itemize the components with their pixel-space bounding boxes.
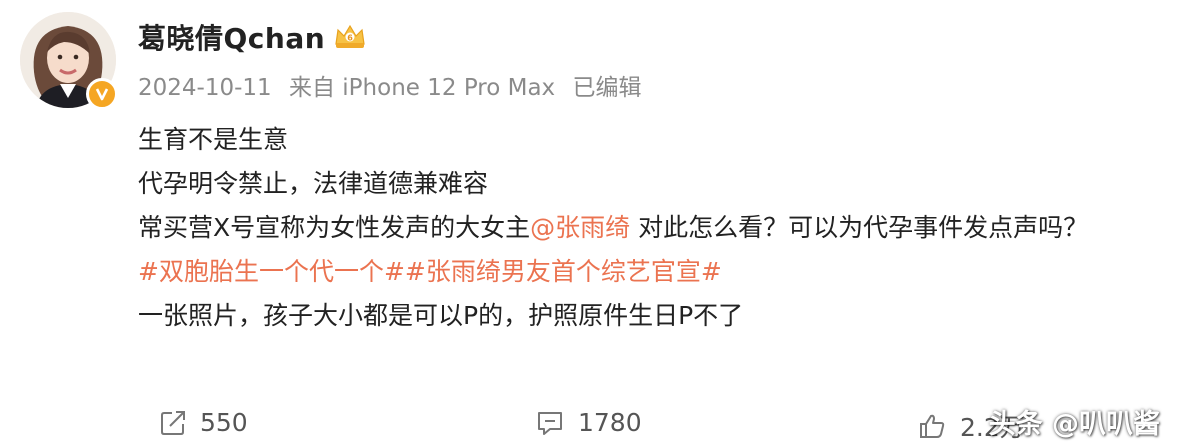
content-text: 常买营X号宣称为女性发声的大女主 (138, 213, 531, 242)
post-meta: 2024-10-11 来自 iPhone 12 Pro Max 已编辑 (138, 68, 641, 102)
avatar[interactable] (20, 12, 118, 110)
post-edited-flag[interactable]: 已编辑 (572, 75, 641, 101)
weibo-post-card: 葛晓倩Qchan 6 2024-10-11 来自 iPhone 12 Pro M… (0, 0, 1180, 446)
post-content: 生育不是生意 代孕明令禁止，法律道德兼难容 常买营X号宣称为女性发声的大女主@张… (138, 118, 1148, 338)
svg-text:6: 6 (347, 34, 353, 43)
mention-link[interactable]: @张雨绮 (530, 213, 630, 242)
username[interactable]: 葛晓倩Qchan (138, 17, 325, 57)
repost-count: 550 (200, 408, 248, 437)
hashtag-link[interactable]: #双胞胎生一个代一个##张雨绮男友首个综艺官宣# (138, 250, 1148, 294)
repost-button[interactable]: 550 (160, 408, 248, 437)
content-line: 一张照片，孩子大小都是可以P的，护照原件生日P不了 (138, 301, 744, 330)
username-row: 葛晓倩Qchan 6 (138, 16, 367, 58)
content-text: 对此怎么看？可以为代孕事件发点声吗？ (630, 213, 1089, 242)
like-icon (920, 414, 945, 438)
comment-icon (538, 411, 562, 435)
post-date: 2024-10-11 (138, 75, 272, 101)
content-line: 常买营X号宣称为女性发声的大女主@张雨绮 对此怎么看？可以为代孕事件发点声吗？ (138, 206, 1148, 250)
content-line: 生育不是生意 (138, 125, 289, 154)
verified-icon (86, 78, 118, 110)
content-line: 代孕明令禁止，法律道德兼难容 (138, 169, 489, 198)
watermark: 头条 @叭叭酱 (988, 409, 1160, 440)
vip-crown-icon[interactable]: 6 (333, 22, 367, 52)
post-source: 来自 iPhone 12 Pro Max (288, 75, 556, 101)
repost-icon (161, 410, 185, 435)
comment-count: 1780 (578, 408, 642, 437)
comment-button[interactable]: 1780 (536, 408, 642, 437)
